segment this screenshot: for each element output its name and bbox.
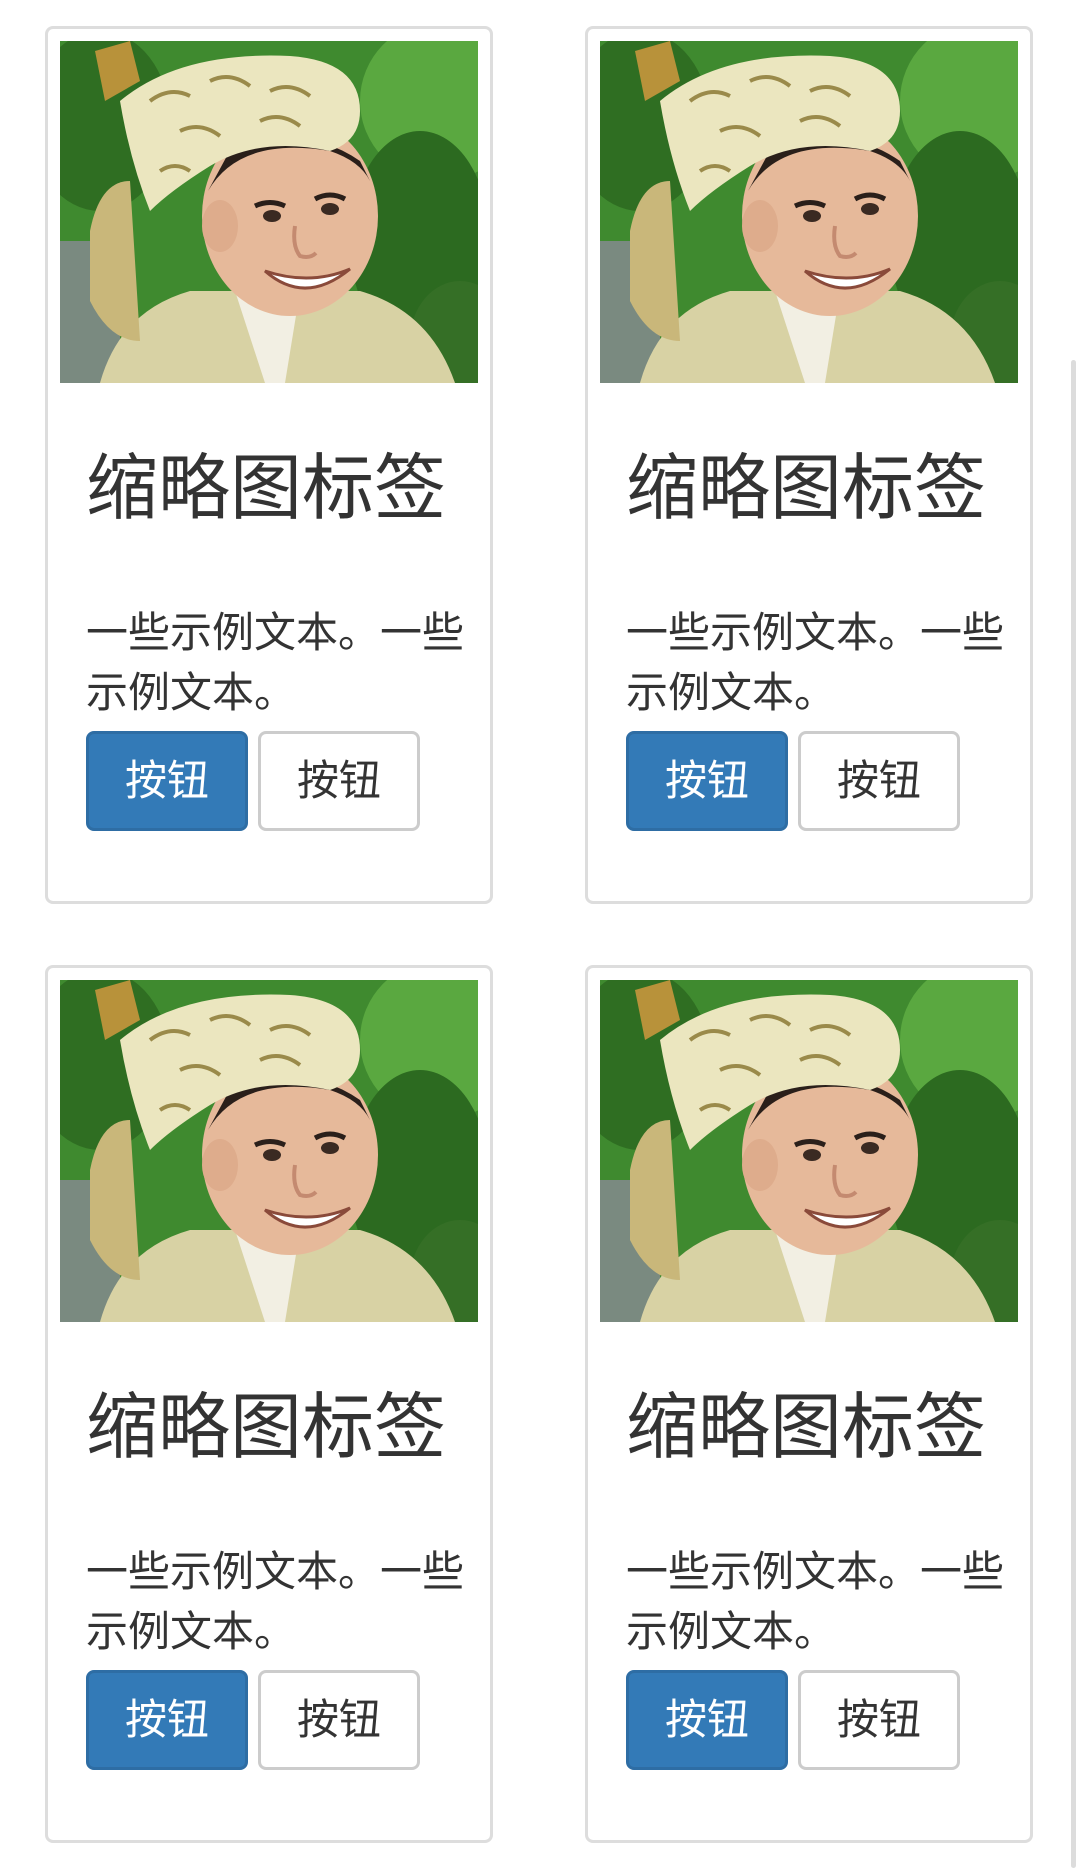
caption-text: 一些示例文本。一些示例文本。 bbox=[626, 608, 1005, 717]
default-button[interactable]: 按钮 bbox=[798, 731, 960, 831]
thumbnail-card: 缩略图标签 一些示例文本。一些示例文本。 按钮 按钮 bbox=[585, 965, 1033, 1843]
thumbnail-image bbox=[60, 41, 478, 383]
caption-text: 一些示例文本。一些示例文本。 bbox=[626, 1547, 1005, 1656]
caption-title: 缩略图标签 bbox=[626, 1385, 987, 1469]
thumbnail-card: 缩略图标签 一些示例文本。一些示例文本。 按钮 按钮 bbox=[45, 965, 493, 1843]
caption-title: 缩略图标签 bbox=[626, 446, 987, 530]
caption-title: 缩略图标签 bbox=[86, 446, 447, 530]
thumbnail-image bbox=[60, 980, 478, 1322]
caption-text: 一些示例文本。一些示例文本。 bbox=[86, 608, 465, 717]
primary-button[interactable]: 按钮 bbox=[86, 731, 248, 831]
thumbnail-image bbox=[600, 980, 1018, 1322]
thumbnail-card: 缩略图标签 一些示例文本。一些示例文本。 按钮 按钮 bbox=[585, 26, 1033, 904]
default-button[interactable]: 按钮 bbox=[798, 1670, 960, 1770]
thumbnail-image bbox=[600, 41, 1018, 383]
primary-button[interactable]: 按钮 bbox=[626, 731, 788, 831]
thumbnail-card: 缩略图标签 一些示例文本。一些示例文本。 按钮 按钮 bbox=[45, 26, 493, 904]
caption-title: 缩略图标签 bbox=[86, 1385, 447, 1469]
primary-button[interactable]: 按钮 bbox=[626, 1670, 788, 1770]
primary-button[interactable]: 按钮 bbox=[86, 1670, 248, 1770]
default-button[interactable]: 按钮 bbox=[258, 1670, 420, 1770]
scrollbar[interactable] bbox=[1071, 360, 1076, 1868]
default-button[interactable]: 按钮 bbox=[258, 731, 420, 831]
caption-text: 一些示例文本。一些示例文本。 bbox=[86, 1547, 465, 1656]
